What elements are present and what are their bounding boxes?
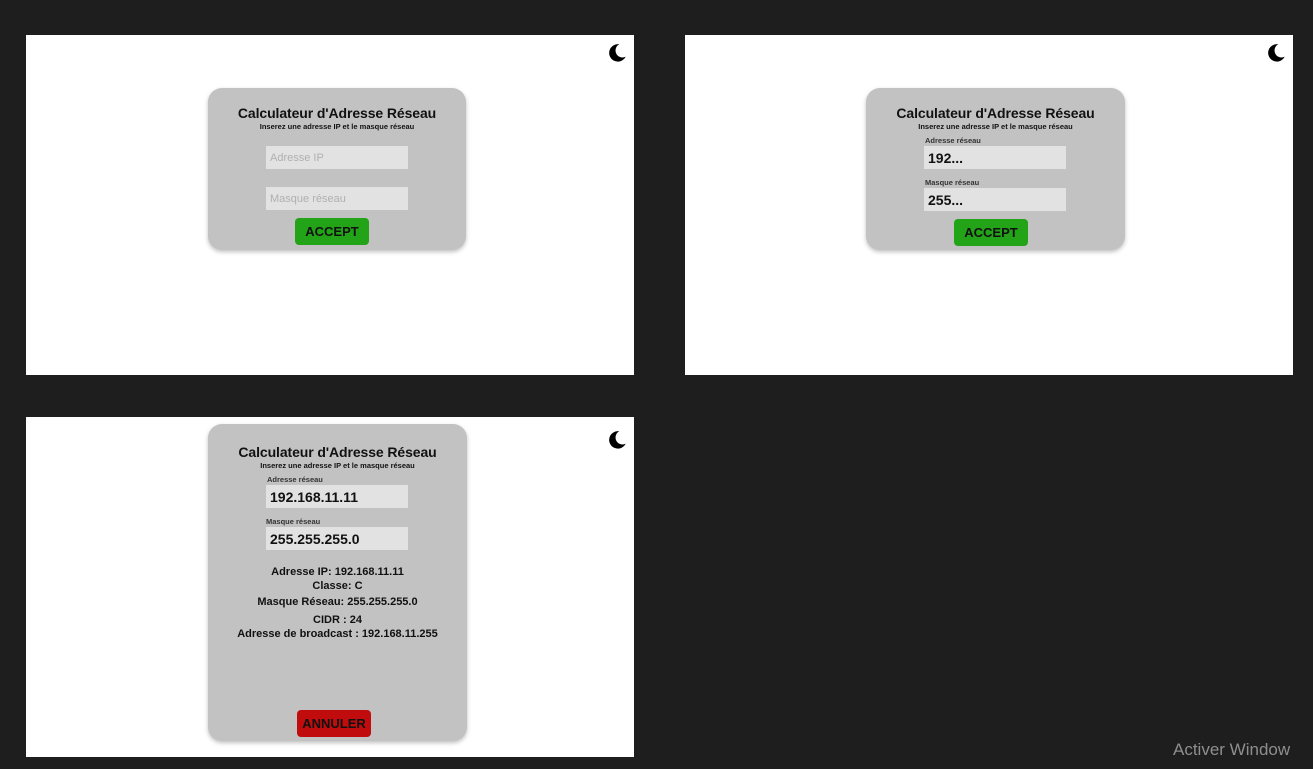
result-subnet-mask: Masque Réseau: 255.255.255.0	[257, 596, 418, 608]
ip-address-input[interactable]: 192...	[924, 146, 1066, 169]
card-title: Calculateur d'Adresse Réseau	[896, 105, 1095, 121]
moon-icon[interactable]	[606, 429, 628, 451]
card-title: Calculateur d'Adresse Réseau	[237, 105, 437, 121]
card-subtitle: Inserez une adresse IP et le masque rése…	[260, 461, 415, 470]
card-subtitle: Inserez une adresse IP et le masque rése…	[259, 122, 415, 131]
screen-empty-form: Calculateur d'Adresse Réseau Inserez une…	[26, 35, 634, 375]
calculator-card: Calculateur d'Adresse Réseau Inserez une…	[208, 88, 466, 250]
cancel-button[interactable]: ANNULER	[297, 710, 371, 737]
result-ip-address: Adresse IP: 192.168.11.11	[271, 566, 404, 578]
screen-results: Calculateur d'Adresse Réseau Inserez une…	[26, 417, 634, 757]
ip-address-label: Adresse réseau	[925, 136, 981, 145]
ip-address-input[interactable]: Adresse IP	[266, 146, 408, 169]
moon-icon[interactable]	[1265, 42, 1287, 64]
subnet-mask-input[interactable]: Masque réseau	[266, 187, 408, 210]
subnet-mask-input[interactable]: 255.255.255.0	[266, 527, 408, 550]
card-subtitle: Inserez une adresse IP et le masque rése…	[918, 122, 1073, 131]
ip-address-label: Adresse réseau	[267, 475, 323, 484]
accept-button[interactable]: ACCEPT	[954, 219, 1028, 246]
subnet-mask-label: Masque réseau	[925, 178, 980, 187]
subnet-mask-input[interactable]: 255...	[924, 188, 1066, 211]
moon-icon[interactable]	[606, 42, 628, 64]
result-class: Classe: C	[312, 580, 363, 592]
subnet-mask-label: Masque réseau	[266, 517, 321, 526]
result-cidr: CIDR : 24	[313, 614, 362, 626]
card-title: Calculateur d'Adresse Réseau	[238, 444, 437, 460]
accept-button[interactable]: ACCEPT	[295, 218, 369, 245]
calculator-card: Calculateur d'Adresse Réseau Inserez une…	[208, 424, 467, 741]
screen-typing-form: Calculateur d'Adresse Réseau Inserez une…	[685, 35, 1293, 375]
ip-address-input[interactable]: 192.168.11.11	[266, 485, 408, 508]
result-broadcast-address: Adresse de broadcast : 192.168.11.255	[237, 628, 438, 640]
calculator-card: Calculateur d'Adresse Réseau Inserez une…	[866, 88, 1125, 250]
windows-activation-watermark: Activer Window	[1173, 740, 1291, 759]
